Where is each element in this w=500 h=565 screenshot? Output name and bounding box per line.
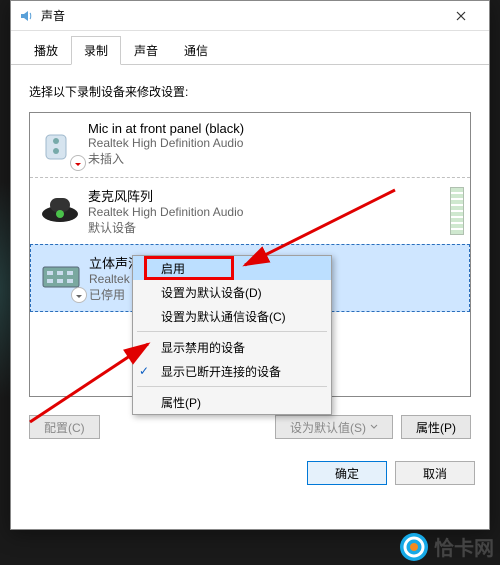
configure-button[interactable]: 配置(C) bbox=[29, 415, 100, 439]
ok-button[interactable]: 确定 bbox=[307, 461, 387, 485]
menu-separator bbox=[137, 331, 327, 332]
mic-array-icon bbox=[36, 186, 84, 234]
level-meter bbox=[450, 187, 464, 235]
mic-jack-icon bbox=[36, 121, 84, 169]
tab-sounds[interactable]: 声音 bbox=[121, 36, 171, 65]
tab-recording[interactable]: 录制 bbox=[71, 36, 121, 65]
ctx-enable[interactable]: 启用 bbox=[133, 256, 331, 280]
stereo-mix-icon bbox=[37, 253, 85, 301]
watermark-text: 恰卡网 bbox=[434, 532, 494, 561]
device-driver: Realtek High Definition Audio bbox=[88, 136, 464, 150]
set-default-button[interactable]: 设为默认值(S) bbox=[275, 415, 393, 439]
window-title: 声音 bbox=[41, 7, 441, 24]
titlebar: 声音 bbox=[11, 1, 489, 31]
ctx-show-disconnected[interactable]: ✓ 显示已断开连接的设备 bbox=[133, 359, 331, 383]
check-icon: ✓ bbox=[139, 340, 149, 354]
watermark-logo-icon bbox=[400, 533, 428, 561]
tab-communications[interactable]: 通信 bbox=[171, 36, 221, 65]
instruction-text: 选择以下录制设备来修改设置: bbox=[29, 83, 471, 100]
ctx-properties[interactable]: 属性(P) bbox=[133, 390, 331, 414]
device-item[interactable]: Mic in at front panel (black) Realtek Hi… bbox=[30, 113, 470, 177]
check-icon: ✓ bbox=[139, 364, 149, 378]
ctx-set-default[interactable]: 设置为默认设备(D) bbox=[133, 280, 331, 304]
device-status: 未插入 bbox=[88, 150, 464, 167]
ctx-set-default-comm[interactable]: 设置为默认通信设备(C) bbox=[133, 304, 331, 328]
close-button[interactable] bbox=[441, 1, 481, 31]
ctx-label: 显示禁用的设备 bbox=[161, 339, 245, 356]
watermark: 恰卡网 bbox=[400, 532, 494, 561]
device-name: Mic in at front panel (black) bbox=[88, 121, 464, 136]
device-driver: Realtek High Definition Audio bbox=[88, 205, 444, 219]
chevron-down-icon bbox=[370, 420, 378, 434]
context-menu: 启用 设置为默认设备(D) 设置为默认通信设备(C) ✓ 显示禁用的设备 ✓ 显… bbox=[132, 255, 332, 415]
unplugged-badge-icon bbox=[70, 155, 86, 171]
ctx-show-disabled[interactable]: ✓ 显示禁用的设备 bbox=[133, 335, 331, 359]
set-default-label: 设为默认值(S) bbox=[290, 419, 366, 436]
ctx-label: 显示已断开连接的设备 bbox=[161, 363, 281, 380]
tab-strip: 播放 录制 声音 通信 bbox=[11, 31, 489, 65]
properties-button[interactable]: 属性(P) bbox=[401, 415, 471, 439]
device-item[interactable]: 麦克风阵列 Realtek High Definition Audio 默认设备 bbox=[30, 177, 470, 244]
device-status: 默认设备 bbox=[88, 219, 444, 236]
cancel-button[interactable]: 取消 bbox=[395, 461, 475, 485]
device-name: 麦克风阵列 bbox=[88, 186, 444, 205]
tab-playback[interactable]: 播放 bbox=[21, 36, 71, 65]
speaker-icon bbox=[19, 8, 35, 24]
menu-separator bbox=[137, 386, 327, 387]
disabled-badge-icon bbox=[71, 287, 87, 303]
